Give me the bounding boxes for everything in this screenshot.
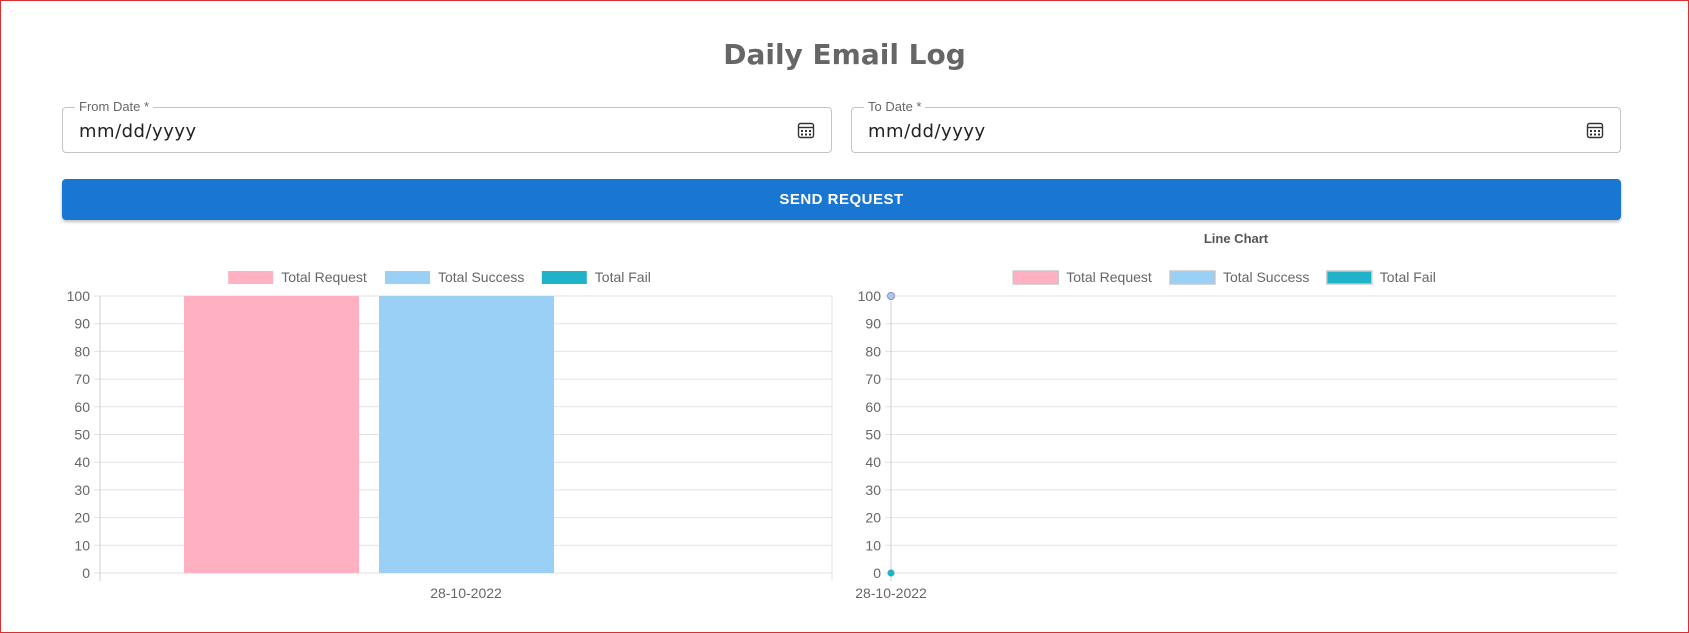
legend-swatch <box>1169 270 1216 285</box>
legend-label: Total Success <box>438 269 524 285</box>
legend-swatch <box>1012 270 1059 285</box>
calendar-icon[interactable] <box>797 121 815 139</box>
y-tick-label: 80 <box>74 343 90 359</box>
line-chart-title: Line Chart <box>1203 231 1269 246</box>
page-title: Daily Email Log <box>723 38 966 71</box>
y-tick-label: 40 <box>865 454 881 470</box>
y-tick-label: 100 <box>67 288 91 304</box>
y-tick-label: 60 <box>74 399 90 415</box>
data-point <box>887 569 895 577</box>
legend-swatch <box>1326 270 1373 285</box>
to-date-label: To Date * <box>864 99 926 114</box>
y-tick-label: 30 <box>74 482 90 498</box>
legend-swatch <box>385 271 430 284</box>
y-tick-label: 70 <box>865 371 881 387</box>
legend-label: Total Request <box>281 269 367 285</box>
from-date-value[interactable]: mm/dd/yyyy <box>79 121 197 142</box>
x-tick-label: 28-10-2022 <box>855 585 927 601</box>
bar-chart: 0 10 20 30 40 50 60 70 80 90 100 Total Request Total… <box>67 269 833 601</box>
legend-label: Total Request <box>1066 269 1152 285</box>
x-tick-label: 28-10-2022 <box>430 585 502 601</box>
legend-label: Total Fail <box>1380 269 1436 285</box>
legend-label: Total Fail <box>595 269 651 285</box>
data-point <box>887 292 895 300</box>
y-tick-label: 30 <box>865 482 881 498</box>
legend-swatch <box>228 271 274 284</box>
y-tick-label: 10 <box>74 537 90 553</box>
send-request-button[interactable]: SEND REQUEST <box>62 179 1621 220</box>
y-tick-label: 40 <box>74 454 90 470</box>
y-tick-label: 50 <box>74 427 90 443</box>
legend-label: Total Success <box>1223 269 1309 285</box>
y-tick-label: 10 <box>865 537 881 553</box>
y-tick-label: 90 <box>74 316 90 332</box>
to-date-field[interactable]: To Date * mm/dd/yyyy <box>851 99 1621 153</box>
y-tick-label: 60 <box>865 399 881 415</box>
y-tick-label: 80 <box>865 343 881 359</box>
bar <box>379 296 554 573</box>
calendar-icon[interactable] <box>1586 121 1604 139</box>
y-tick-label: 20 <box>74 510 90 526</box>
y-tick-label: 20 <box>865 510 881 526</box>
y-tick-label: 70 <box>74 371 90 387</box>
legend-swatch <box>541 271 587 284</box>
y-tick-label: 50 <box>865 427 881 443</box>
y-tick-label: 0 <box>873 565 881 581</box>
y-tick-label: 0 <box>82 565 90 581</box>
y-tick-label: 90 <box>865 316 881 332</box>
from-date-label: From Date * <box>75 99 154 114</box>
line-chart: 0 10 20 30 40 50 60 70 80 90 100 Total Request Total… <box>855 269 1617 601</box>
to-date-value[interactable]: mm/dd/yyyy <box>868 121 986 142</box>
from-date-field[interactable]: From Date * mm/dd/yyyy <box>62 99 832 153</box>
y-tick-label: 100 <box>858 288 882 304</box>
bar <box>184 296 359 573</box>
